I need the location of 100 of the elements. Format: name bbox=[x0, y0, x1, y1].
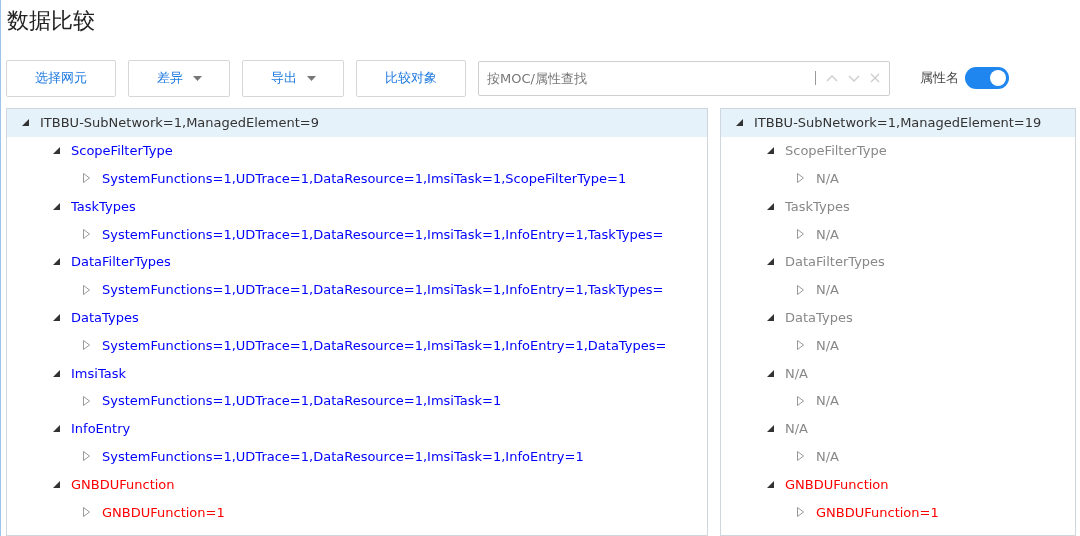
toolbar-button[interactable]: 比较对象 bbox=[356, 59, 466, 97]
tree-row[interactable]: GNBDUFunction bbox=[7, 470, 707, 499]
tree-row[interactable]: DataFilterTypes bbox=[721, 248, 1075, 276]
tree-row[interactable]: SystemFunctions=1,UDTrace=1,DataResource=1,ImsiTask=1,ScopeFilterType=1 bbox=[7, 164, 707, 193]
tree-node-label: N/A bbox=[816, 337, 839, 353]
tree-node-label: N/A bbox=[785, 421, 808, 437]
tree-node-label: SystemFunctions=1,UDTrace=1,DataResource=1,ImsiTask=1 bbox=[102, 393, 502, 409]
dropdown-button[interactable]: 导出 bbox=[242, 59, 344, 97]
tree-row[interactable]: ScopeFilterType bbox=[7, 136, 707, 165]
tree-node-label: GNBDUFunction bbox=[71, 476, 175, 492]
tree-node-label: N/A bbox=[816, 226, 839, 242]
tree-row[interactable]: DataFilterTypes bbox=[7, 248, 707, 276]
tree-row[interactable]: GNBDUFunction=1 bbox=[721, 498, 1075, 526]
tree-node-label: SystemFunctions=1,UDTrace=1,DataResource=1,ImsiTask=1,InfoEntry=1 bbox=[102, 448, 584, 464]
collapsed-icon[interactable] bbox=[83, 451, 91, 462]
tree-node-label: ScopeFilterType bbox=[71, 143, 173, 159]
tree-node-label: N/A bbox=[816, 282, 839, 298]
tree-node-label: SystemFunctions=1,UDTrace=1,DataResource=1,ImsiTask=1,InfoEntry=1,DataTypes= bbox=[102, 337, 667, 353]
tree-row[interactable]: ImsiTask bbox=[7, 359, 707, 387]
toggle-switch[interactable] bbox=[965, 67, 1009, 89]
collapsed-icon[interactable] bbox=[83, 395, 91, 406]
tree-row[interactable]: N/A bbox=[721, 386, 1075, 415]
collapsed-icon[interactable] bbox=[797, 395, 805, 406]
tree-row[interactable]: DataTypes bbox=[7, 303, 707, 332]
collapsed-icon[interactable] bbox=[797, 451, 805, 462]
tree-row[interactable]: N/A bbox=[721, 359, 1075, 387]
tree-row[interactable]: SystemFunctions=1,UDTrace=1,DataResource=1,ImsiTask=1 bbox=[7, 386, 707, 415]
tree-row[interactable]: SystemFunctions=1,UDTrace=1,DataResource=1,ImsiTask=1,InfoEntry=1,DataTypes= bbox=[7, 331, 707, 360]
tree-node-label: DataFilterTypes bbox=[71, 254, 171, 270]
tree-node-label: SystemFunctions=1,UDTrace=1,DataResource=1,ImsiTask=1,InfoEntry=1,TaskTypes= bbox=[102, 226, 664, 242]
page-title: 数据比较 bbox=[6, 7, 96, 35]
search-field[interactable]: 按MOC/属性查找 bbox=[478, 60, 890, 96]
caret-icon bbox=[192, 75, 202, 81]
expanded-icon[interactable] bbox=[766, 147, 774, 155]
expanded-icon[interactable] bbox=[52, 202, 60, 210]
chevron-up-icon bbox=[826, 74, 838, 82]
tree-row[interactable]: GNBDUFunction bbox=[721, 470, 1075, 499]
tree-node-label: GNBDUFunction bbox=[785, 476, 889, 492]
tree-row[interactable]: ITBBU-SubNetwork=1,ManagedElement=9 bbox=[7, 109, 707, 137]
collapsed-icon[interactable] bbox=[797, 284, 805, 295]
tree-node-label: GNBDUFunction=1 bbox=[816, 504, 939, 520]
expanded-icon[interactable] bbox=[52, 425, 60, 433]
expanded-icon[interactable] bbox=[735, 119, 743, 127]
toggle-label: 属性名 bbox=[920, 69, 959, 87]
tree-row[interactable]: GNBDUFunction=1 bbox=[7, 498, 707, 526]
tree-row[interactable]: InfoEntry bbox=[7, 414, 707, 443]
tree-node-label: ScopeFilterType bbox=[785, 143, 887, 159]
collapsed-icon[interactable] bbox=[83, 229, 91, 240]
tree-row[interactable]: N/A bbox=[721, 220, 1075, 248]
dropdown-button[interactable]: 差异 bbox=[128, 59, 230, 97]
tree-node-label: DataFilterTypes bbox=[785, 254, 885, 270]
tree-node-label: SystemFunctions=1,UDTrace=1,DataResource=1,ImsiTask=1,ScopeFilterType=1 bbox=[102, 171, 627, 186]
tree-row[interactable]: N/A bbox=[721, 275, 1075, 304]
expanded-icon[interactable] bbox=[766, 258, 774, 266]
expanded-icon[interactable] bbox=[52, 369, 60, 377]
tree-node-label: N/A bbox=[816, 171, 839, 186]
tree-node-label: N/A bbox=[816, 393, 839, 409]
tree-row[interactable]: TaskTypes bbox=[7, 192, 707, 221]
tree-row[interactable]: SystemFunctions=1,UDTrace=1,DataResource=1,ImsiTask=1,InfoEntry=1,TaskTypes= bbox=[7, 275, 707, 304]
separator-icon bbox=[815, 71, 816, 85]
tree-node-label: InfoEntry bbox=[71, 421, 131, 437]
collapsed-icon[interactable] bbox=[797, 507, 805, 518]
tree-node-label: GNBDUFunction=1 bbox=[102, 504, 225, 520]
tree-row[interactable]: N/A bbox=[721, 442, 1075, 471]
expanded-icon[interactable] bbox=[52, 480, 60, 488]
expanded-icon[interactable] bbox=[766, 480, 774, 488]
tree-node-label: N/A bbox=[785, 365, 808, 381]
collapsed-icon[interactable] bbox=[83, 507, 91, 518]
expanded-icon[interactable] bbox=[766, 313, 774, 321]
expanded-icon[interactable] bbox=[766, 369, 774, 377]
tree-node-label: ITBBU-SubNetwork=1,ManagedElement=19 bbox=[754, 115, 1042, 131]
caret-icon bbox=[306, 75, 316, 81]
collapsed-icon[interactable] bbox=[797, 229, 805, 240]
tree-row[interactable]: ITBBU-SubNetwork=1,ManagedElement=19 bbox=[721, 109, 1075, 137]
tree-row[interactable]: N/A bbox=[721, 164, 1075, 193]
collapsed-icon[interactable] bbox=[83, 173, 91, 184]
expanded-icon[interactable] bbox=[52, 147, 60, 155]
tree-row[interactable]: ScopeFilterType bbox=[721, 136, 1075, 165]
tree-row[interactable]: TaskTypes bbox=[721, 192, 1075, 221]
collapsed-icon[interactable] bbox=[797, 340, 805, 351]
collapsed-icon[interactable] bbox=[797, 173, 805, 184]
expanded-icon[interactable] bbox=[52, 313, 60, 321]
expanded-icon[interactable] bbox=[766, 202, 774, 210]
tree-node-label: TaskTypes bbox=[71, 198, 136, 214]
tree-node-label: N/A bbox=[816, 448, 839, 464]
tree-node-label: SystemFunctions=1,UDTrace=1,DataResource=1,ImsiTask=1,InfoEntry=1,TaskTypes= bbox=[102, 282, 664, 298]
expanded-icon[interactable] bbox=[766, 425, 774, 433]
expanded-icon[interactable] bbox=[21, 119, 29, 127]
tree-node-label: ITBBU-SubNetwork=1,ManagedElement=9 bbox=[40, 115, 319, 131]
toolbar-button[interactable]: 选择网元 bbox=[6, 59, 116, 97]
tree-row[interactable]: N/A bbox=[721, 331, 1075, 360]
tree-row[interactable]: SystemFunctions=1,UDTrace=1,DataResource=1,ImsiTask=1,InfoEntry=1,TaskTypes= bbox=[7, 220, 707, 248]
tree-node-label: ImsiTask bbox=[71, 365, 126, 381]
tree-row[interactable]: N/A bbox=[721, 414, 1075, 443]
expanded-icon[interactable] bbox=[52, 258, 60, 266]
collapsed-icon[interactable] bbox=[83, 284, 91, 295]
tree-row[interactable]: SystemFunctions=1,UDTrace=1,DataResource=1,ImsiTask=1,InfoEntry=1 bbox=[7, 442, 707, 471]
tree-row[interactable]: DataTypes bbox=[721, 303, 1075, 332]
tree-node-label: DataTypes bbox=[785, 309, 853, 325]
collapsed-icon[interactable] bbox=[83, 340, 91, 351]
